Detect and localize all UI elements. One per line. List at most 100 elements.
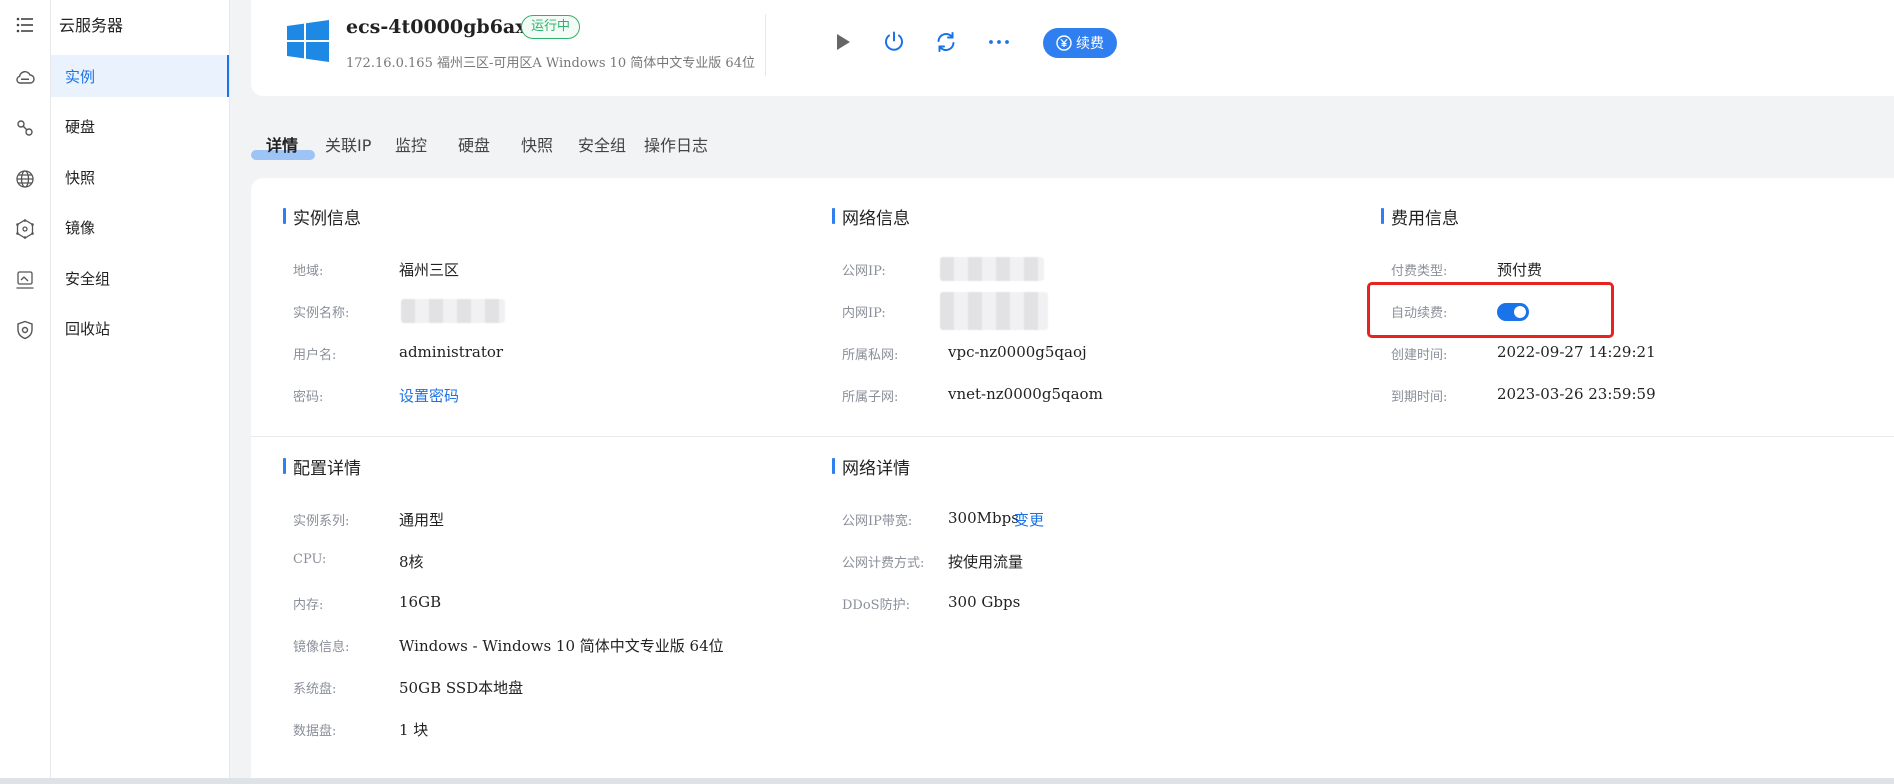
tab-monitoring[interactable]: 监控 — [395, 132, 427, 156]
menu-item-instances[interactable]: 实例 — [51, 55, 229, 97]
set-password-link[interactable]: 设置密码 — [399, 385, 459, 406]
bandwidth-value: 300Mbps — [948, 509, 1019, 527]
row-label: 公网IP带宽: — [842, 514, 913, 529]
yuan-icon — [1056, 35, 1072, 51]
info-row: 密码: 设置密码 — [293, 386, 693, 410]
section-divider — [251, 436, 1894, 437]
username-value: administrator — [399, 343, 504, 361]
annotation-highlight-box — [1367, 282, 1614, 338]
cloud-icon[interactable] — [0, 63, 50, 93]
ddos-protection-value: 300 Gbps — [948, 593, 1021, 611]
tab-details[interactable]: 详情 — [266, 132, 298, 156]
info-row: 数据盘: 1 块 — [293, 720, 793, 744]
more-icon[interactable] — [985, 28, 1013, 56]
menu-item-images[interactable]: 镜像 — [51, 206, 229, 248]
instance-family-value: 通用型 — [399, 511, 445, 529]
menu-item-label: 实例 — [65, 67, 96, 86]
created-time-value: 2022-09-27 14:29:21 — [1497, 343, 1656, 361]
menu-item-security-groups[interactable]: 安全组 — [51, 257, 229, 299]
billing-method-value: 按使用流量 — [948, 553, 1024, 571]
tab-operation-logs[interactable]: 操作日志 — [644, 132, 708, 156]
tab-associated-ip[interactable]: 关联IP — [325, 132, 371, 156]
list-icon[interactable] — [0, 10, 50, 40]
renew-button[interactable]: 续费 — [1043, 28, 1117, 58]
data-disk-value: 1 块 — [399, 721, 429, 739]
network-icon[interactable] — [0, 214, 50, 244]
play-icon[interactable] — [829, 28, 857, 56]
row-label: 公网IP: — [842, 264, 886, 279]
row-label: DDoS防护: — [842, 598, 910, 613]
info-row: 付费类型: 预付费 — [1391, 260, 1791, 284]
expiry-time-value: 2023-03-26 23:59:59 — [1497, 385, 1656, 403]
bottom-strip — [0, 778, 1894, 784]
subnet-value: vnet-nz0000g5qaom — [948, 385, 1103, 403]
menu-item-disks[interactable]: 硬盘 — [51, 105, 229, 147]
row-label: 数据盘: — [293, 724, 337, 739]
section-title-instance-info: 实例信息 — [283, 204, 361, 229]
icon-rail — [0, 0, 51, 784]
row-label: 内网IP: — [842, 306, 886, 321]
info-row: 公网IP带宽: 300Mbps 变更 — [842, 509, 1342, 534]
menu-item-snapshots[interactable]: 快照 — [51, 156, 229, 198]
row-label: 用户名: — [293, 348, 337, 363]
row-label: 所属私网: — [842, 348, 899, 363]
change-bandwidth-link[interactable]: 变更 — [1014, 509, 1044, 530]
row-label: 镜像信息: — [293, 640, 350, 655]
row-label: 公网计费方式: — [842, 556, 925, 571]
row-label: CPU: — [293, 552, 327, 567]
redacted-public-ip — [940, 257, 1044, 281]
tab-disks[interactable]: 硬盘 — [458, 132, 490, 156]
section-title-network-details: 网络详情 — [832, 454, 910, 479]
info-row: 内存: 16GB — [293, 593, 793, 618]
payment-type-value: 预付费 — [1497, 261, 1543, 279]
shield-icon[interactable] — [0, 315, 50, 345]
info-row: 实例系列: 通用型 — [293, 510, 793, 534]
info-row: 内网IP: — [842, 292, 1242, 330]
system-disk-value: 50GB SSD本地盘 — [399, 679, 524, 697]
info-row: 到期时间: 2023-03-26 23:59:59 — [1391, 385, 1791, 410]
info-row: 系统盘: 50GB SSD本地盘 — [293, 678, 793, 702]
info-row: 实例名称: — [293, 299, 693, 326]
row-label: 密码: — [293, 390, 324, 405]
region-value: 福州三区 — [399, 261, 460, 279]
menu-item-label: 镜像 — [65, 218, 96, 237]
power-icon[interactable] — [880, 28, 908, 56]
windows-logo-icon — [287, 20, 329, 62]
tab-security-groups[interactable]: 安全组 — [578, 132, 626, 156]
side-menu: 云服务器 实例 硬盘 快照 镜像 安全组 回收站 — [51, 0, 230, 784]
menu-item-label: 快照 — [65, 168, 96, 187]
status-badge: 运行中 — [521, 15, 581, 39]
image-info-value: Windows - Windows 10 简体中文专业版 64位 — [399, 637, 724, 655]
tab-snapshots[interactable]: 快照 — [521, 132, 553, 156]
section-title-network-info: 网络信息 — [832, 204, 910, 229]
row-label: 内存: — [293, 598, 324, 613]
vpc-value: vpc-nz0000g5qaoj — [948, 343, 1087, 361]
disk-icon[interactable] — [0, 113, 50, 143]
section-title-config-details: 配置详情 — [283, 454, 361, 479]
redacted-instance-name — [401, 299, 505, 323]
row-label: 地域: — [293, 264, 324, 279]
menu-item-label: 回收站 — [65, 319, 111, 338]
detail-card: 实例信息 地域: 福州三区 实例名称: 用户名: administrator 密… — [251, 178, 1894, 780]
image-icon[interactable] — [0, 265, 50, 295]
info-row: CPU: 8核 — [293, 552, 793, 576]
menu-title: 云服务器 — [59, 16, 124, 35]
row-label: 到期时间: — [1391, 390, 1448, 405]
globe-icon[interactable] — [0, 164, 50, 194]
row-label: 所属子网: — [842, 390, 899, 405]
section-title-billing-info: 费用信息 — [1381, 204, 1459, 229]
instance-meta: 172.16.0.165 福州三区-可用区A Windows 10 简体中文专业… — [346, 56, 755, 71]
row-label: 实例名称: — [293, 306, 350, 321]
row-label: 系统盘: — [293, 682, 337, 697]
info-row: 公网IP: — [842, 257, 1242, 284]
row-label: 实例系列: — [293, 514, 350, 529]
redacted-private-ip — [940, 292, 1048, 330]
row-label: 付费类型: — [1391, 264, 1448, 279]
header-divider — [765, 14, 766, 76]
info-row: 创建时间: 2022-09-27 14:29:21 — [1391, 343, 1791, 368]
instance-name: ecs-4t0000gb6axm — [346, 16, 547, 38]
menu-item-recycle-bin[interactable]: 回收站 — [51, 307, 229, 349]
info-row: 公网计费方式: 按使用流量 — [842, 552, 1342, 576]
instance-header: ecs-4t0000gb6axm 运行中 172.16.0.165 福州三区-可… — [251, 0, 1894, 96]
refresh-icon[interactable] — [932, 28, 960, 56]
